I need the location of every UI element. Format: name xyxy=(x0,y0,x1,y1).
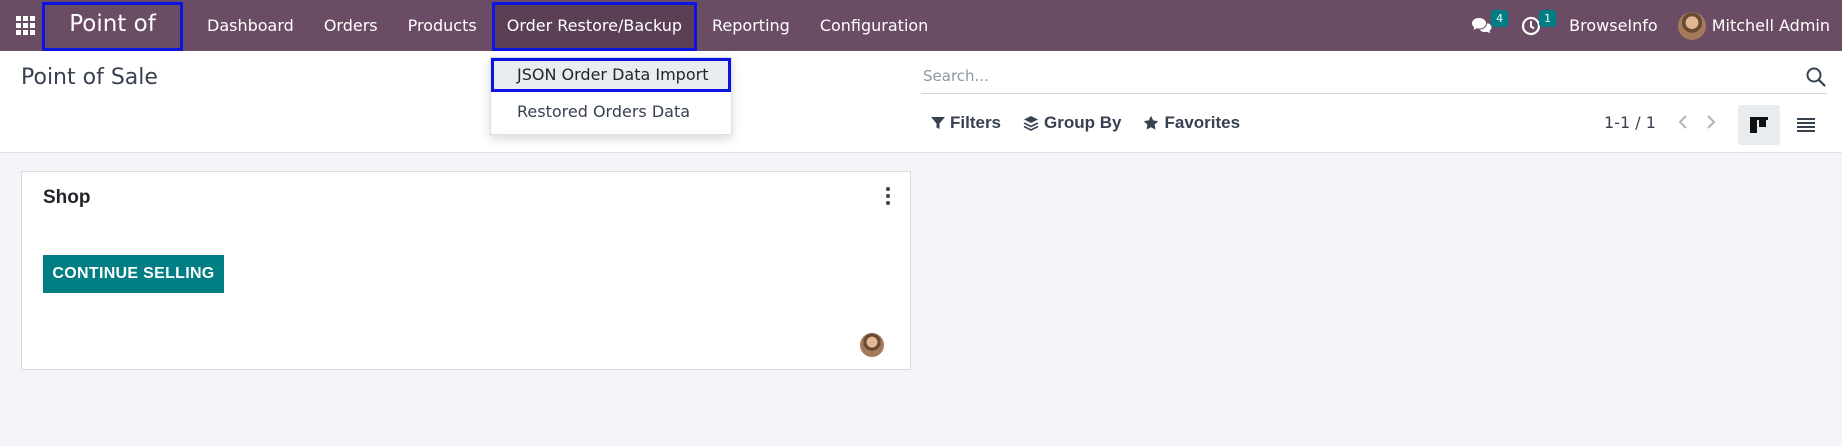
menu-item-order-restore-backup[interactable]: Order Restore/Backup xyxy=(491,2,698,51)
group-by-label: Group By xyxy=(1044,113,1122,132)
chat-icon xyxy=(1472,17,1492,33)
group-by-button[interactable]: Group By xyxy=(1023,113,1121,133)
star-icon xyxy=(1144,115,1159,130)
clock-icon xyxy=(1522,16,1541,35)
pager: 1-1 / 1 xyxy=(1604,111,1720,133)
filters-label: Filters xyxy=(950,113,1002,132)
favorites-button[interactable]: Favorites xyxy=(1143,113,1240,133)
card-title: Shop xyxy=(43,187,91,208)
layers-icon xyxy=(1023,116,1039,131)
kanban-view-icon xyxy=(1750,117,1768,133)
menu-item-products[interactable]: Products xyxy=(393,0,492,51)
kebab-menu-icon[interactable] xyxy=(883,186,893,206)
control-panel: Point of Sale Filters Group By Favorites… xyxy=(0,51,1842,153)
app-name[interactable]: Point of Sale xyxy=(42,2,183,82)
kanban-view-button[interactable] xyxy=(1738,105,1780,145)
page-title: Point of Sale xyxy=(21,65,158,90)
top-navbar: Point of Sale Dashboard Orders Products … xyxy=(0,0,1842,82)
user-name: Mitchell Admin xyxy=(1711,16,1830,35)
filter-icon xyxy=(931,117,945,129)
menu-item-dashboard[interactable]: Dashboard xyxy=(192,0,309,51)
messages-button[interactable]: 4 xyxy=(1457,0,1509,51)
systray: 4 1 BrowseInfo Mitchell Admin xyxy=(1457,0,1842,51)
menu-item-orders[interactable]: Orders xyxy=(309,0,393,51)
favorites-label: Favorites xyxy=(1164,113,1241,132)
menu-item-configuration[interactable]: Configuration xyxy=(805,0,944,51)
search-options: Filters Group By Favorites xyxy=(931,113,1240,133)
filters-button[interactable]: Filters xyxy=(931,113,1001,133)
view-switcher xyxy=(1738,105,1827,145)
activities-button[interactable]: 1 xyxy=(1507,0,1557,51)
chevron-right-icon[interactable] xyxy=(1702,111,1720,133)
activities-badge: 1 xyxy=(1539,10,1557,27)
restored-orders-data-item[interactable]: Restored Orders Data xyxy=(491,95,731,129)
user-avatar xyxy=(1677,11,1706,40)
json-order-data-import-item[interactable]: JSON Order Data Import xyxy=(491,58,731,92)
list-view-icon xyxy=(1797,118,1815,132)
continue-selling-button[interactable]: CONTINUE SELLING xyxy=(43,255,224,293)
list-view-button[interactable] xyxy=(1785,105,1827,145)
chevron-left-icon[interactable] xyxy=(1674,111,1692,133)
company-switcher[interactable]: BrowseInfo xyxy=(1555,16,1672,35)
responsible-avatar xyxy=(860,333,884,357)
main-menu: Dashboard Orders Products Order Restore/… xyxy=(192,0,943,51)
menu-item-reporting[interactable]: Reporting xyxy=(697,0,805,51)
search-icon[interactable] xyxy=(1805,66,1827,88)
pos-config-card: Shop CONTINUE SELLING xyxy=(21,171,911,370)
order-restore-dropdown: JSON Order Data Import Restored Orders D… xyxy=(490,57,732,135)
search-bar xyxy=(921,60,1827,94)
messages-badge: 4 xyxy=(1491,10,1509,27)
user-menu[interactable]: Mitchell Admin xyxy=(1672,11,1842,40)
pager-value[interactable]: 1-1 / 1 xyxy=(1604,113,1656,132)
search-input[interactable] xyxy=(921,60,1781,92)
